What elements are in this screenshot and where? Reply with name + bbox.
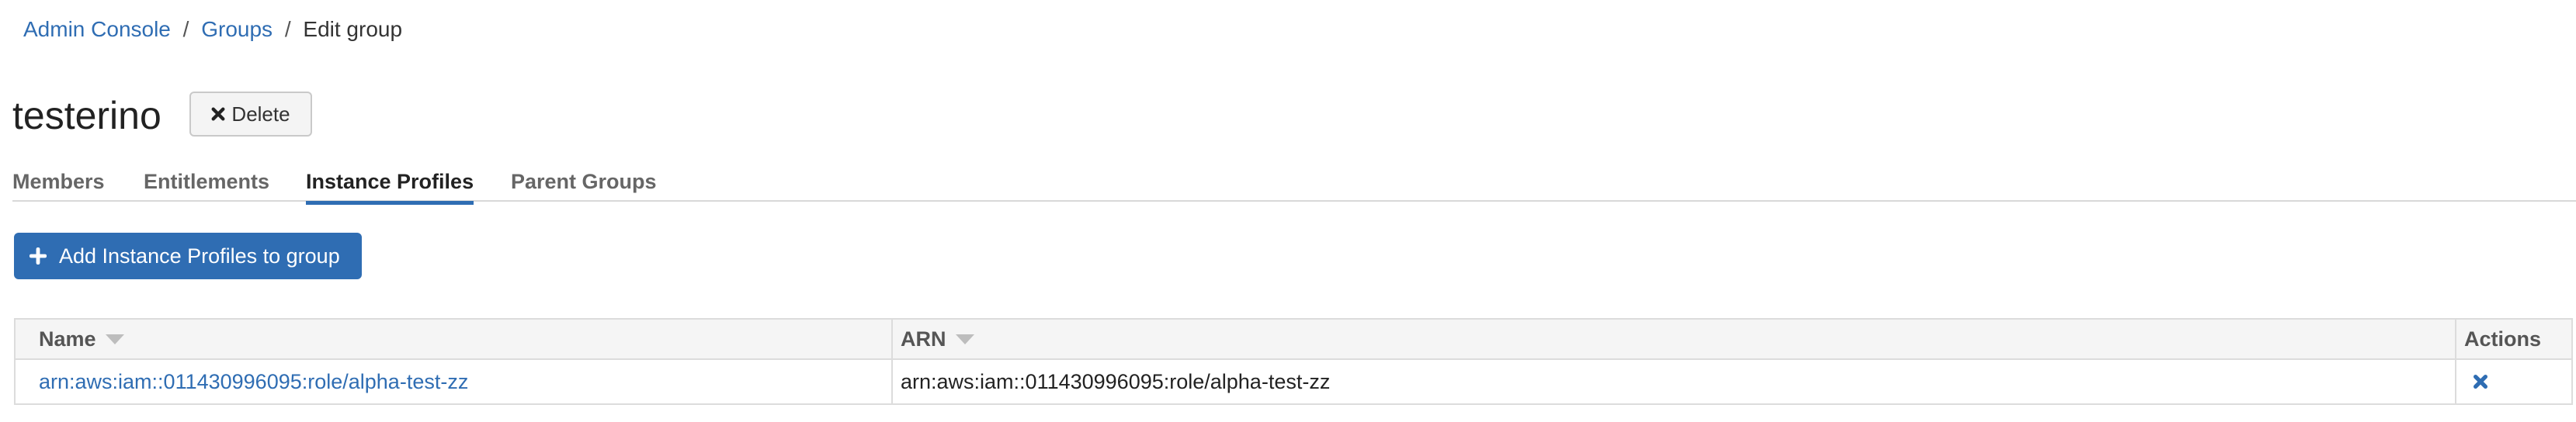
breadcrumb-current: Edit group <box>303 17 403 41</box>
edit-group-page: Admin Console / Groups / Edit group test… <box>0 0 2576 422</box>
remove-icon[interactable] <box>2473 374 2488 389</box>
instance-profile-link[interactable]: arn:aws:iam::011430996095:role/alpha-tes… <box>39 370 468 394</box>
delete-button-label: Delete <box>231 102 290 126</box>
table-header: Name ARN Actions <box>16 320 2571 360</box>
page-title: testerino <box>12 94 161 137</box>
sort-down-icon[interactable] <box>955 334 974 344</box>
tab-parent-groups[interactable]: Parent Groups <box>511 166 657 202</box>
instance-profile-arn: arn:aws:iam::011430996095:role/alpha-tes… <box>901 369 1331 393</box>
tab-bar: Members Entitlements Instance Profiles P… <box>12 160 2576 205</box>
column-header-actions: Actions <box>2464 320 2541 358</box>
column-header-name[interactable]: Name <box>39 320 124 358</box>
breadcrumb-separator: / <box>182 17 189 41</box>
column-header-arn[interactable]: ARN <box>901 320 974 358</box>
tab-members[interactable]: Members <box>12 166 105 202</box>
breadcrumb-groups[interactable]: Groups <box>201 17 273 41</box>
breadcrumb-separator: / <box>284 17 291 41</box>
tab-entitlements[interactable]: Entitlements <box>144 166 269 202</box>
add-instance-profiles-button[interactable]: Add Instance Profiles to group <box>14 233 362 279</box>
breadcrumb: Admin Console / Groups / Edit group <box>23 14 402 45</box>
column-header-actions-label: Actions <box>2464 327 2542 351</box>
table-cell-name: arn:aws:iam::011430996095:role/alpha-tes… <box>39 360 468 403</box>
breadcrumb-admin-console[interactable]: Admin Console <box>23 17 171 41</box>
table-cell-actions <box>2473 360 2488 403</box>
sort-down-icon[interactable] <box>105 334 124 344</box>
column-header-name-label: Name <box>39 327 96 351</box>
column-header-arn-label: ARN <box>901 327 946 351</box>
delete-button[interactable]: Delete <box>189 92 312 137</box>
plus-icon <box>30 247 47 265</box>
table-cell-arn: arn:aws:iam::011430996095:role/alpha-tes… <box>901 360 1330 403</box>
table-row: arn:aws:iam::011430996095:role/alpha-tes… <box>16 360 2571 403</box>
instance-profiles-table: Name ARN Actions arn:aws:iam::0114309960… <box>14 318 2573 405</box>
close-icon <box>211 107 225 121</box>
tab-instance-profiles[interactable]: Instance Profiles <box>306 166 474 205</box>
add-button-label: Add Instance Profiles to group <box>59 244 340 268</box>
